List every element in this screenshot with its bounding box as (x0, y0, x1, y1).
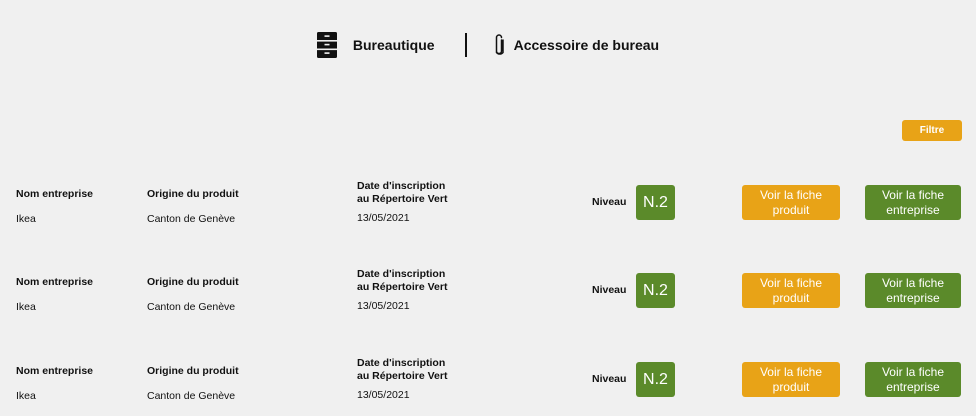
view-product-sheet-label: Voir la fiche produit (760, 276, 822, 306)
list-item: Nom entreprise Ikea Origine du produit C… (0, 268, 976, 322)
breadcrumb-category-label: Bureautique (352, 37, 435, 53)
registration-date-label-line-2: au Répertoire Vert (357, 193, 448, 205)
view-product-sheet-button[interactable]: Voir la fiche produit (742, 185, 840, 220)
company-value: Ikea (16, 213, 36, 225)
breadcrumb-category[interactable]: Bureautique (316, 32, 435, 58)
level-label: Niveau (592, 373, 627, 385)
registration-date-value: 13/05/2021 (357, 389, 410, 401)
page: Bureautique Accessoire de bureau Filtre … (0, 0, 976, 416)
level-label: Niveau (592, 196, 627, 208)
company-value: Ikea (16, 301, 36, 313)
view-company-sheet-button[interactable]: Voir la fiche entreprise (865, 185, 961, 220)
view-company-sheet-button[interactable]: Voir la fiche entreprise (865, 273, 961, 308)
registration-date-label-line-2: au Répertoire Vert (357, 281, 448, 293)
list-item: Nom entreprise Ikea Origine du produit C… (0, 357, 976, 411)
company-value: Ikea (16, 390, 36, 402)
origin-value: Canton de Genève (147, 390, 236, 402)
view-product-sheet-label: Voir la fiche produit (760, 365, 822, 395)
origin-cell: Origine du produit Canton de Genève (147, 365, 239, 402)
origin-label: Origine du produit (147, 188, 239, 200)
level-label: Niveau (592, 284, 627, 296)
level-badge: N.2 (636, 362, 675, 397)
company-cell: Nom entreprise Ikea (16, 188, 93, 225)
view-company-sheet-line-2: entreprise (886, 290, 940, 305)
category-breadcrumb: Bureautique Accessoire de bureau (0, 31, 976, 59)
view-product-sheet-button[interactable]: Voir la fiche produit (742, 362, 840, 397)
view-product-sheet-line-1: Voir la fiche (759, 275, 823, 290)
view-product-sheet-line-1: Voir la fiche (759, 187, 823, 202)
view-product-sheet-line-2: produit (772, 290, 810, 305)
company-label: Nom entreprise (16, 276, 94, 288)
registration-date-cell: Date d'inscription au Répertoire Vert 13… (357, 357, 447, 401)
registration-date-label-line-1: Date d'inscription (357, 268, 446, 280)
origin-label: Origine du produit (147, 276, 239, 288)
company-label: Nom entreprise (16, 365, 94, 377)
view-company-sheet-label: Voir la fiche entreprise (882, 276, 944, 306)
view-company-sheet-line-2: entreprise (886, 202, 940, 217)
level-badge: N.2 (636, 185, 675, 220)
view-company-sheet-line-1: Voir la fiche (881, 275, 945, 290)
level-badge: N.2 (636, 273, 675, 308)
view-product-sheet-line-1: Voir la fiche (759, 364, 823, 379)
view-company-sheet-label: Voir la fiche entreprise (882, 188, 944, 218)
company-cell: Nom entreprise Ikea (16, 276, 93, 313)
origin-value: Canton de Genève (147, 213, 236, 225)
view-product-sheet-line-2: produit (772, 379, 810, 394)
registration-date-cell: Date d'inscription au Répertoire Vert 13… (357, 268, 447, 312)
breadcrumb-subcategory[interactable]: Accessoire de bureau (493, 33, 660, 57)
view-product-sheet-button[interactable]: Voir la fiche produit (742, 273, 840, 308)
origin-cell: Origine du produit Canton de Genève (147, 276, 239, 313)
origin-value: Canton de Genève (147, 301, 236, 313)
view-company-sheet-line-1: Voir la fiche (881, 364, 945, 379)
paperclip-icon (495, 34, 504, 55)
company-cell: Nom entreprise Ikea (16, 365, 93, 402)
origin-label: Origine du produit (147, 365, 239, 377)
company-label: Nom entreprise (16, 188, 94, 200)
breadcrumb-separator (464, 33, 467, 57)
list-item: Nom entreprise Ikea Origine du produit C… (0, 180, 976, 234)
registration-date-value: 13/05/2021 (357, 300, 410, 312)
breadcrumb-subcategory-label: Accessoire de bureau (513, 37, 660, 53)
registration-date-value: 13/05/2021 (357, 212, 410, 224)
view-company-sheet-button[interactable]: Voir la fiche entreprise (865, 362, 961, 397)
filter-button[interactable]: Filtre (902, 120, 962, 141)
view-company-sheet-line-1: Voir la fiche (881, 187, 945, 202)
registration-date-cell: Date d'inscription au Répertoire Vert 13… (357, 180, 447, 224)
view-company-sheet-label: Voir la fiche entreprise (882, 365, 944, 395)
origin-cell: Origine du produit Canton de Genève (147, 188, 239, 225)
view-product-sheet-line-2: produit (772, 202, 810, 217)
view-product-sheet-label: Voir la fiche produit (760, 188, 822, 218)
filing-cabinet-icon (316, 32, 337, 58)
registration-date-label-line-1: Date d'inscription (357, 357, 446, 369)
registration-date-label-line-2: au Répertoire Vert (357, 370, 448, 382)
registration-date-label-line-1: Date d'inscription (357, 180, 446, 192)
view-company-sheet-line-2: entreprise (886, 379, 940, 394)
